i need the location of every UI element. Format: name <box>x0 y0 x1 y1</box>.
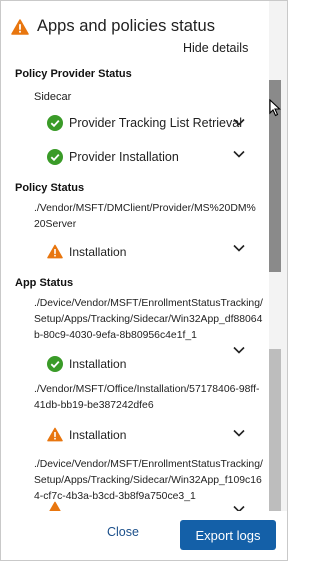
warning-icon <box>47 244 63 259</box>
provider-installation-status[interactable]: Provider Installation <box>47 149 179 165</box>
mouse-cursor-icon <box>269 99 281 117</box>
dialog-header: Apps and policies status <box>11 17 215 36</box>
app-path: ./Vendor/MSFT/Office/Installation/571784… <box>34 384 260 411</box>
app-path: ./Device/Vendor/MSFT/EnrollmentStatusTra… <box>34 459 263 502</box>
policy-installation-status[interactable]: Installation <box>47 244 126 259</box>
success-check-icon <box>47 149 63 165</box>
app-status-heading: App Status <box>15 277 74 289</box>
status-label: Installation <box>69 357 127 371</box>
hide-details-link[interactable]: Hide details <box>183 41 248 55</box>
warning-icon <box>49 501 61 511</box>
chevron-down-icon[interactable] <box>233 150 245 158</box>
warning-icon <box>47 427 63 442</box>
dialog-footer: Close Export logs <box>1 511 287 560</box>
close-button[interactable]: Close <box>107 525 139 539</box>
details-scroll-area[interactable]: Apps and policies status Hide details Po… <box>1 1 269 511</box>
status-label: Provider Tracking List Retrieval <box>69 116 242 130</box>
chevron-down-icon[interactable] <box>233 244 245 252</box>
warning-icon <box>11 18 29 35</box>
status-dialog: Apps and policies status Hide details Po… <box>0 0 288 561</box>
chevron-down-icon[interactable] <box>233 429 245 437</box>
status-label: Installation <box>69 244 127 259</box>
provider-name: Sidecar <box>34 91 72 103</box>
app-path: ./Device/Vendor/MSFT/EnrollmentStatusTra… <box>34 298 263 341</box>
policy-provider-heading: Policy Provider Status <box>15 68 132 80</box>
status-label: Provider Installation <box>69 150 179 164</box>
dialog-title: Apps and policies status <box>37 17 215 35</box>
policy-status-heading: Policy Status <box>15 182 85 194</box>
app-installation-status[interactable]: Installation <box>47 356 126 372</box>
chevron-down-icon[interactable] <box>233 118 245 126</box>
scrollbar-lower-region[interactable] <box>269 349 281 511</box>
status-label: Installation <box>69 427 127 442</box>
success-check-icon <box>47 115 63 131</box>
success-check-icon <box>47 356 63 372</box>
policy-path: ./Vendor/MSFT/DMClient/Provider/MS%20DM%… <box>34 203 256 230</box>
chevron-down-icon[interactable] <box>233 346 245 354</box>
export-logs-button[interactable]: Export logs <box>180 520 276 550</box>
provider-tracking-status[interactable]: Provider Tracking List Retrieval <box>47 115 242 131</box>
app-installation-status[interactable]: Installation <box>47 427 126 442</box>
